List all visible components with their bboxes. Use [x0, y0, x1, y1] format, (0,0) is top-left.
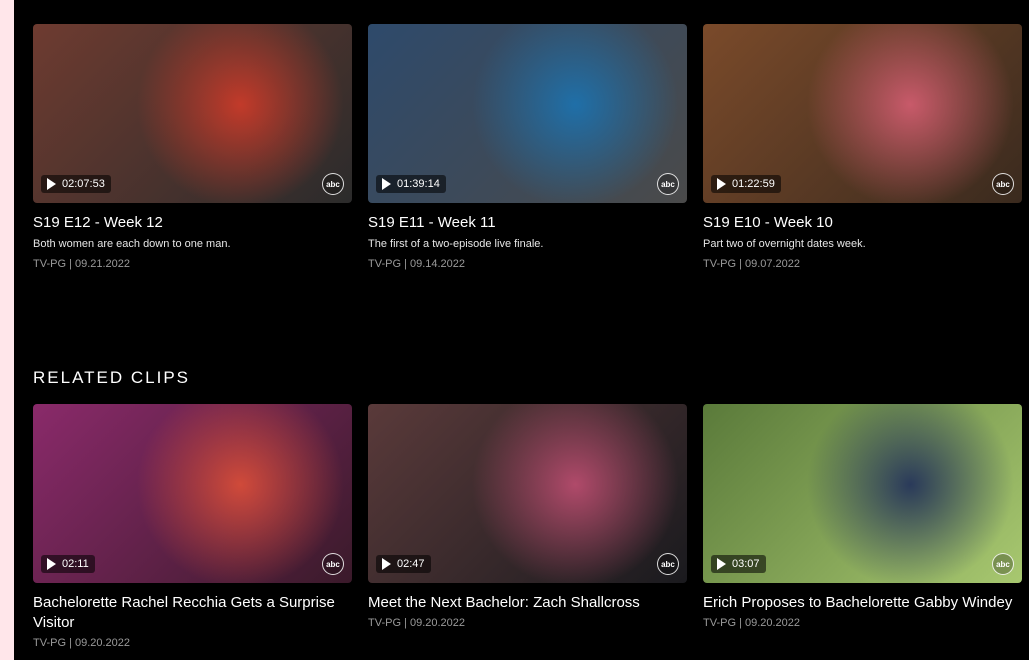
clip-title[interactable]: Erich Proposes to Bachelorette Gabby Win… [703, 593, 1022, 613]
episode-list: 02:07:53 abc S19 E12 - Week 12 Both wome… [33, 24, 1023, 270]
episode-description: Part two of overnight dates week. [703, 238, 866, 250]
clip-list: 02:11 abc Bachelorette Rachel Recchia Ge… [33, 404, 1023, 649]
clip-meta: TV-PG | 09.20.2022 [368, 617, 466, 629]
play-icon [382, 558, 391, 570]
episode-meta: TV-PG | 09.07.2022 [703, 258, 801, 270]
episode-title[interactable]: S19 E10 - Week 10 [703, 213, 1022, 233]
episode-description: Both women are each down to one man. [33, 238, 231, 250]
episode-title[interactable]: S19 E11 - Week 11 [368, 213, 687, 233]
duration-label: 03:07 [732, 558, 760, 570]
clip-thumbnail[interactable]: 02:47 abc [368, 404, 687, 583]
abc-logo-icon: abc [657, 173, 679, 195]
play-icon [47, 558, 56, 570]
duration-badge: 01:22:59 [711, 175, 781, 193]
duration-badge: 01:39:14 [376, 175, 446, 193]
duration-badge: 02:07:53 [41, 175, 111, 193]
episode-description: The first of a two-episode live finale. [368, 238, 544, 250]
clip-thumbnail[interactable]: 02:11 abc [33, 404, 352, 583]
episode-thumbnail[interactable]: 02:07:53 abc [33, 24, 352, 203]
play-icon [382, 178, 391, 190]
episode-thumbnail[interactable]: 01:39:14 abc [368, 24, 687, 203]
episode-title[interactable]: S19 E12 - Week 12 [33, 213, 352, 233]
section-heading: RELATED CLIPS [33, 368, 191, 387]
episode-card[interactable]: 01:22:59 abc S19 E10 - Week 10 Part two … [703, 24, 1022, 270]
clip-title[interactable]: Meet the Next Bachelor: Zach Shallcross [368, 593, 687, 613]
play-icon [717, 178, 726, 190]
abc-logo-icon: abc [992, 173, 1014, 195]
abc-logo-icon: abc [322, 553, 344, 575]
clip-card[interactable]: 03:07 abc Erich Proposes to Bachelorette… [703, 404, 1022, 649]
duration-label: 01:39:14 [397, 178, 440, 190]
duration-label: 02:07:53 [62, 178, 105, 190]
duration-label: 02:47 [397, 558, 425, 570]
clip-card[interactable]: 02:47 abc Meet the Next Bachelor: Zach S… [368, 404, 687, 649]
clip-meta: TV-PG | 09.20.2022 [33, 637, 131, 649]
duration-label: 01:22:59 [732, 178, 775, 190]
abc-logo-icon: abc [322, 173, 344, 195]
clip-meta: TV-PG | 09.20.2022 [703, 617, 801, 629]
duration-badge: 02:47 [376, 555, 431, 573]
duration-label: 02:11 [62, 558, 89, 570]
abc-logo-icon: abc [992, 553, 1014, 575]
clip-card[interactable]: 02:11 abc Bachelorette Rachel Recchia Ge… [33, 404, 352, 649]
episode-meta: TV-PG | 09.14.2022 [368, 258, 466, 270]
episode-card[interactable]: 02:07:53 abc S19 E12 - Week 12 Both wome… [33, 24, 352, 270]
duration-badge: 02:11 [41, 555, 95, 573]
content-page: 02:07:53 abc S19 E12 - Week 12 Both wome… [14, 0, 1029, 660]
abc-logo-icon: abc [657, 553, 679, 575]
play-icon [717, 558, 726, 570]
episode-meta: TV-PG | 09.21.2022 [33, 258, 131, 270]
episode-card[interactable]: 01:39:14 abc S19 E11 - Week 11 The first… [368, 24, 687, 270]
play-icon [47, 178, 56, 190]
episode-thumbnail[interactable]: 01:22:59 abc [703, 24, 1022, 203]
clip-thumbnail[interactable]: 03:07 abc [703, 404, 1022, 583]
clip-title[interactable]: Bachelorette Rachel Recchia Gets a Surpr… [33, 593, 352, 633]
duration-badge: 03:07 [711, 555, 766, 573]
